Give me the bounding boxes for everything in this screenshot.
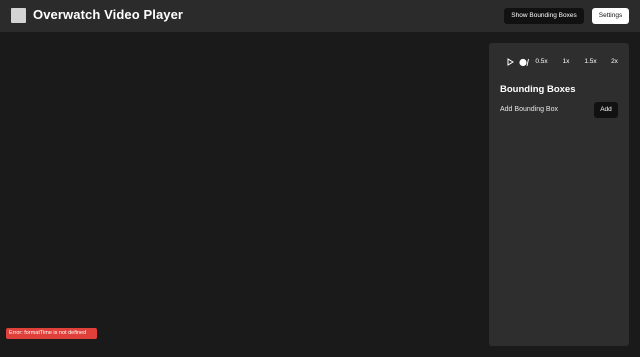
add-bounding-box-label: Add Bounding Box xyxy=(500,106,558,113)
settings-button[interactable]: Settings xyxy=(592,8,629,24)
error-message: Error: formatTime is not defined xyxy=(6,328,97,339)
show-bounding-boxes-button[interactable]: Show Bounding Boxes xyxy=(504,8,584,24)
app-root: Overwatch Video Player Show Bounding Box… xyxy=(0,0,640,357)
speed-0.5x-button[interactable]: 0.5x xyxy=(533,57,550,67)
speed-1x-button[interactable]: 1x xyxy=(561,57,571,67)
top-header: Overwatch Video Player Show Bounding Box… xyxy=(0,0,640,32)
record-icon[interactable] xyxy=(519,58,529,67)
playback-controls: 0.5x 1x 1.5x 2x xyxy=(489,43,629,83)
bounding-boxes-heading: Bounding Boxes xyxy=(500,84,576,95)
side-panel: 0.5x 1x 1.5x 2x Bounding Boxes Add Bound… xyxy=(489,43,629,346)
video-area[interactable]: Error: formatTime is not defined xyxy=(0,32,489,357)
speed-1.5x-button[interactable]: 1.5x xyxy=(583,57,598,67)
play-icon[interactable] xyxy=(507,58,514,66)
speed-2x-button[interactable]: 2x xyxy=(609,57,620,67)
logo-square-icon xyxy=(11,8,26,23)
add-bounding-box-button[interactable]: Add xyxy=(594,102,618,118)
app-title: Overwatch Video Player xyxy=(33,7,184,22)
